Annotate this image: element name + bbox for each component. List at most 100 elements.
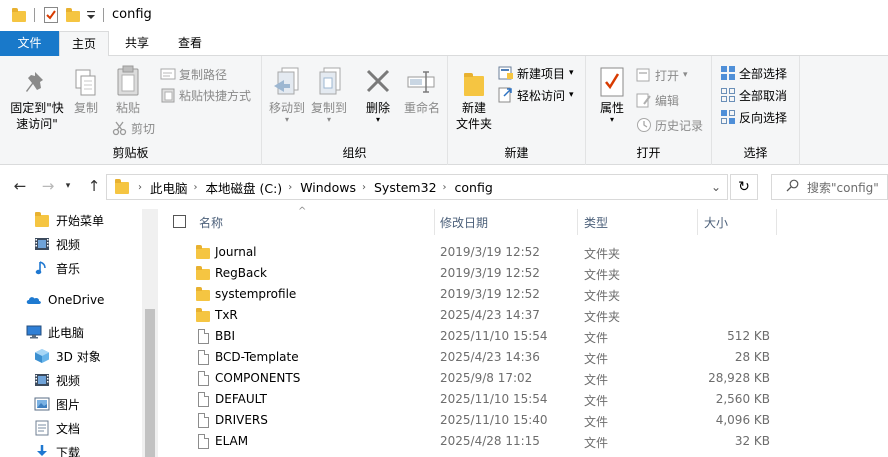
tab-share[interactable]: 共享 (113, 31, 161, 56)
properties-button[interactable]: 属性 ▾ (592, 66, 632, 124)
breadcrumb-separator: › (362, 181, 366, 193)
cut-button[interactable]: 剪切 (112, 118, 155, 138)
column-divider[interactable] (577, 209, 578, 235)
history-button[interactable]: 历史记录 (636, 115, 703, 135)
nav-item-label: 音乐 (56, 261, 81, 276)
rename-button[interactable]: 重命名 (400, 66, 444, 116)
copy-button[interactable]: 复制 (70, 68, 102, 116)
nav-item-music[interactable]: 音乐 (34, 257, 80, 279)
recent-locations-icon[interactable]: ▾ (62, 176, 74, 196)
file-date: 2025/9/8 17:02 (440, 371, 533, 385)
breadcrumb-local-disk[interactable]: 本地磁盘 (C:) (206, 178, 283, 197)
search-input[interactable]: 搜索"config" (771, 174, 888, 200)
file-size: 512 KB (727, 329, 770, 343)
3d-icon (34, 348, 50, 364)
copy-to-button[interactable]: 复制到 ▾ (308, 66, 350, 124)
column-divider[interactable] (434, 209, 435, 235)
breadcrumb-config[interactable]: config (455, 180, 493, 195)
column-header: ^ 名称 修改日期 类型 大小 (158, 206, 888, 235)
nav-item-downloads[interactable]: 下载 (34, 441, 80, 457)
forward-arrow-icon[interactable]: → (38, 176, 58, 196)
file-icon (196, 329, 210, 344)
folder-icon (196, 308, 210, 323)
properties-quick-icon[interactable] (44, 7, 58, 23)
history-icon (636, 117, 652, 133)
paste-shortcut-button[interactable]: 粘贴快捷方式 (160, 85, 251, 105)
tab-view[interactable]: 查看 (165, 31, 215, 56)
pin-to-quick-access-button[interactable]: 固定到"快 速访问" (6, 68, 68, 132)
address-dropdown-icon[interactable]: ⌄ (711, 180, 721, 194)
column-name[interactable]: 名称 (199, 214, 223, 231)
address-bar[interactable]: › 此电脑 › 本地磁盘 (C:) › Windows › System32 ›… (106, 174, 728, 200)
select-group: 全部选择 全部取消 反向选择 选择 (712, 56, 800, 165)
file-size: 4,096 KB (715, 413, 770, 427)
new-item-button[interactable]: 新建项目 ▾ (498, 63, 574, 83)
rename-icon (406, 66, 438, 98)
edit-button[interactable]: 编辑 (636, 90, 679, 110)
select-none-button[interactable]: 全部取消 (720, 85, 787, 105)
customize-dropdown-icon[interactable] (86, 9, 96, 21)
column-divider[interactable] (697, 209, 698, 235)
file-list: ^ 名称 修改日期 类型 大小 Journal 2019/3/19 12:52 … (158, 206, 888, 457)
nav-item-this-pc[interactable]: 此电脑 (26, 321, 84, 343)
nav-item-pictures[interactable]: 图片 (34, 393, 80, 415)
select-all-button[interactable]: 全部选择 (720, 63, 787, 83)
new-folder-button[interactable]: 新建 文件夹 (452, 66, 496, 132)
table-row[interactable]: systemprofile 2019/3/19 12:52 文件夹 (158, 284, 888, 305)
up-arrow-icon[interactable]: ↑ (84, 176, 104, 196)
table-row[interactable]: BBI 2025/11/10 15:54 文件 512 KB (158, 326, 888, 347)
invert-selection-label: 反向选择 (739, 110, 788, 125)
refresh-button[interactable]: ↻ (730, 174, 758, 200)
file-icon (196, 371, 210, 386)
table-row[interactable]: BCD-Template 2025/4/23 14:36 文件 28 KB (158, 347, 888, 368)
copy-to-label: 复制到 (310, 101, 347, 115)
move-to-button[interactable]: 移动到 ▾ (266, 66, 308, 124)
select-all-checkbox[interactable] (173, 215, 186, 228)
properties-label: 属性 (599, 101, 624, 115)
file-name: RegBack (215, 266, 267, 280)
table-row[interactable]: RegBack 2019/3/19 12:52 文件夹 (158, 263, 888, 284)
nav-item-documents[interactable]: 文档 (34, 417, 80, 439)
nav-item-label: 文档 (56, 421, 81, 436)
select-all-icon (720, 65, 736, 81)
nav-scrollbar-thumb[interactable] (145, 309, 155, 457)
easy-access-button[interactable]: 轻松访问 ▾ (498, 85, 574, 105)
breadcrumb-windows[interactable]: Windows (300, 180, 356, 195)
nav-item-start-menu[interactable]: 开始菜单 (34, 209, 104, 231)
table-row[interactable]: DEFAULT 2025/11/10 15:54 文件 2,560 KB (158, 389, 888, 410)
file-name: COMPONENTS (215, 371, 301, 385)
copy-path-button[interactable]: 复制路径 (160, 64, 227, 84)
video-icon (34, 372, 50, 388)
new-folder-quick-icon[interactable] (66, 8, 80, 22)
nav-item-videos-2[interactable]: 视频 (34, 369, 80, 391)
table-row[interactable]: COMPONENTS 2025/9/8 17:02 文件 28,928 KB (158, 368, 888, 389)
nav-item-3d-objects[interactable]: 3D 对象 (34, 345, 101, 367)
table-row[interactable]: TxR 2025/4/23 14:37 文件夹 (158, 305, 888, 326)
open-button[interactable]: 打开 ▾ (636, 65, 688, 85)
column-type[interactable]: 类型 (584, 214, 608, 231)
breadcrumb-this-pc[interactable]: 此电脑 (150, 178, 188, 197)
search-icon (786, 179, 799, 195)
documents-icon (34, 420, 50, 436)
file-name: DEFAULT (215, 392, 267, 406)
copy-to-dropdown-icon: ▾ (326, 115, 331, 124)
table-row[interactable]: DRIVERS 2025/11/10 15:40 文件 4,096 KB (158, 410, 888, 431)
column-divider[interactable] (776, 209, 777, 235)
delete-button[interactable]: 删除 ▾ (358, 66, 398, 124)
column-date[interactable]: 修改日期 (440, 214, 488, 231)
breadcrumb-system32[interactable]: System32 (374, 180, 437, 195)
tab-file[interactable]: 文件 (0, 31, 59, 56)
table-row[interactable]: Journal 2019/3/19 12:52 文件夹 (158, 242, 888, 263)
table-row[interactable]: ELAM 2025/4/28 11:15 文件 32 KB (158, 431, 888, 452)
column-size[interactable]: 大小 (704, 214, 728, 231)
invert-selection-button[interactable]: 反向选择 (720, 107, 787, 127)
file-date: 2025/4/23 14:37 (440, 308, 540, 322)
file-name: BCD-Template (215, 350, 299, 364)
nav-item-onedrive[interactable]: OneDrive (26, 289, 104, 311)
paste-button[interactable]: 粘贴 (110, 64, 146, 116)
tab-home[interactable]: 主页 (59, 31, 109, 57)
delete-dropdown-icon: ▾ (375, 115, 380, 124)
back-arrow-icon[interactable]: ← (10, 176, 30, 196)
nav-item-videos[interactable]: 视频 (34, 233, 80, 255)
copy-to-icon (314, 66, 344, 98)
